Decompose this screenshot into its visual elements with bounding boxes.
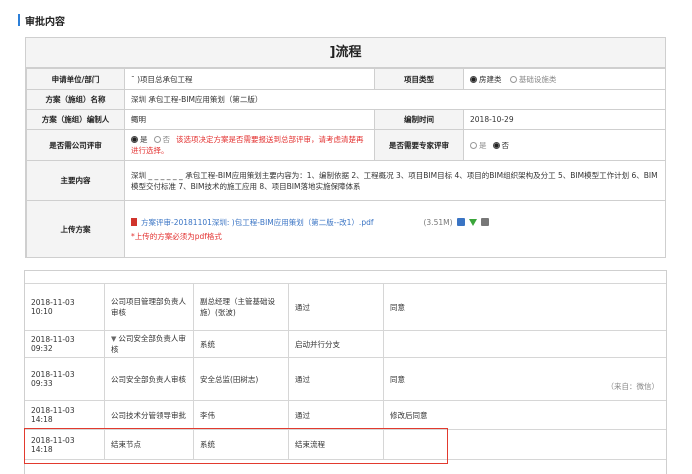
expand-triangle-icon[interactable]: ▼: [111, 335, 116, 343]
company-review-label: 是否需公司评审: [26, 129, 125, 161]
log-time: 2018-11-03 09:32: [25, 330, 105, 358]
view-book-icon[interactable]: [456, 217, 465, 226]
log-action: 通过: [288, 283, 384, 331]
log-person: 安全总监(田树志): [193, 357, 289, 401]
company-review-no-option[interactable]: 否: [153, 135, 171, 144]
author-value: 鲰明: [124, 109, 375, 130]
log-node: 公司安全部负责人审核: [111, 334, 186, 354]
upload-format-note: *上传的方案必须为pdf格式: [131, 231, 222, 241]
project-type-option-infrastructure-label: 基础设施类: [518, 74, 557, 84]
pdf-file-icon: [131, 217, 137, 226]
project-type-label: 项目类型: [374, 68, 464, 90]
main-content-value: 深圳 _ _ _ _ _ _ 承包工程-BIM应用策划主要内容为：1、编制依据 …: [124, 160, 666, 201]
date-label: 编制时间: [374, 109, 464, 130]
approval-log-table: 2018-11-03 10:10 公司项目管理部负责人审核 副总经理（主管基础设…: [25, 283, 666, 460]
log-time: 2018-11-03 09:33: [25, 357, 105, 401]
log-row: 2018-11-03 09:33 公司安全部负责人审核 安全总监(田树志) 通过…: [25, 357, 666, 401]
expert-review-yes-option[interactable]: 是: [470, 141, 487, 150]
log-comment: 修改后同意: [383, 400, 666, 430]
radio-unchecked-icon[interactable]: [153, 136, 161, 143]
log-comment: [383, 330, 666, 358]
upload-cell: 方案评审-20181101深圳: )包工程-BIM应用策划（第二版--改1）.p…: [124, 200, 666, 258]
log-row: 2018-11-03 14:18 结束节点 系统 结束流程: [25, 429, 666, 460]
company-review-options: 是否该选项决定方案是否需要报送到总部评审，请考虑清楚再进行选择。: [124, 129, 375, 161]
section-title: 审批内容: [25, 16, 65, 28]
upload-label: 上传方案: [26, 200, 125, 258]
main-content-label: 主要内容: [26, 160, 125, 201]
company-review-yes-option[interactable]: 是: [131, 135, 148, 144]
source-note: （来自：微信）: [606, 382, 660, 391]
company-review-yes-label: 是: [140, 135, 148, 144]
approval-form: ]流程 申请单位/部门 ¯ )项目总承包工程 项目类型 房建类 基础设施类 方案…: [25, 37, 666, 258]
section-header: 审批内容: [18, 12, 65, 28]
log-row: 2018-11-03 09:32 ▼ 公司安全部负责人审核 系统 启动并行分支: [25, 330, 666, 358]
log-time: 2018-11-03 14:18: [25, 400, 105, 430]
scheme-name-label: 方案（施组）名称: [26, 89, 125, 110]
company-review-no-label: 否: [162, 135, 171, 144]
radio-checked-icon[interactable]: [470, 75, 477, 83]
log-node: 公司技术分管领导审批: [104, 400, 194, 430]
log-action: 结束流程: [288, 429, 384, 460]
upload-file-link[interactable]: 方案评审-20181101深圳: )包工程-BIM应用策划（第二版--改1）.p…: [141, 218, 373, 227]
form-table: 申请单位/部门 ¯ )项目总承包工程 项目类型 房建类 基础设施类 方案（施组）…: [26, 68, 666, 258]
log-row: 2018-11-03 10:10 公司项目管理部负责人审核 副总经理（主管基础设…: [25, 283, 666, 331]
project-type-options: 房建类 基础设施类: [463, 68, 666, 90]
log-comment: 同意: [390, 374, 405, 384]
approval-log: 2018-11-03 10:10 公司项目管理部负责人审核 副总经理（主管基础设…: [24, 270, 667, 474]
log-action: 启动并行分支: [288, 330, 384, 358]
log-action: 通过: [288, 357, 384, 401]
log-comment-cell: 同意 （来自：微信）: [383, 357, 666, 401]
form-row-review: 是否需公司评审 是否该选项决定方案是否需要报送到总部评审，请考虑清楚再进行选择。…: [26, 129, 666, 161]
project-type-option-infrastructure[interactable]: 基础设施类: [509, 74, 557, 84]
project-type-option-building[interactable]: 房建类: [470, 75, 502, 84]
author-label: 方案（施组）编制人: [26, 109, 125, 130]
form-row-author: 方案（施组）编制人 鲰明 编制时间 2018-10-29: [26, 109, 666, 130]
scheme-name-value: 深圳 承包工程-BIM应用策划（第二版）: [124, 89, 666, 110]
section-accent-bar: [18, 14, 20, 26]
upload-file-size: (3.51M): [423, 217, 453, 227]
log-node: 结束节点: [104, 429, 194, 460]
log-action: 通过: [288, 400, 384, 430]
log-person: 系统: [193, 330, 289, 358]
form-row-scheme-name: 方案（施组）名称 深圳 承包工程-BIM应用策划（第二版）: [26, 89, 666, 110]
form-title: ]流程: [26, 38, 665, 68]
form-row-main-content: 主要内容 深圳 _ _ _ _ _ _ 承包工程-BIM应用策划主要内容为：1、…: [26, 160, 666, 201]
radio-unchecked-icon[interactable]: [509, 75, 517, 83]
expert-review-options: 是否: [463, 129, 666, 161]
log-comment: 同意: [383, 283, 666, 331]
expert-review-no-option[interactable]: 否: [492, 140, 510, 150]
expert-review-label: 是否需要专家评审: [374, 129, 464, 161]
log-node: 公司项目管理部负责人审核: [104, 283, 194, 331]
log-node-cell: ▼ 公司安全部负责人审核: [104, 330, 194, 358]
radio-checked-icon[interactable]: [131, 136, 138, 143]
log-person: 副总经理（主管基础设施）(张波): [193, 283, 289, 331]
log-comment: [383, 429, 666, 460]
log-person: 系统: [193, 429, 289, 460]
log-time: 2018-11-03 10:10: [25, 283, 105, 331]
date-value: 2018-10-29: [463, 109, 666, 130]
applicant-value: ¯ )项目总承包工程: [124, 68, 375, 90]
expert-review-yes-label: 是: [479, 140, 487, 150]
form-row-applicant: 申请单位/部门 ¯ )项目总承包工程 项目类型 房建类 基础设施类: [26, 68, 666, 90]
print-icon[interactable]: [480, 217, 489, 226]
log-node: 公司安全部负责人审核: [104, 357, 194, 401]
applicant-label: 申请单位/部门: [26, 68, 125, 90]
download-icon[interactable]: [468, 218, 477, 226]
expert-review-no-label: 否: [501, 140, 510, 150]
radio-checked-icon[interactable]: [492, 141, 500, 149]
log-person: 李伟: [193, 400, 289, 430]
log-time: 2018-11-03 14:18: [25, 429, 105, 460]
log-row: 2018-11-03 14:18 公司技术分管领导审批 李伟 通过 修改后同意: [25, 400, 666, 430]
project-type-option-building-label: 房建类: [479, 74, 502, 84]
form-row-upload: 上传方案 方案评审-20181101深圳: )包工程-BIM应用策划（第二版--…: [26, 200, 666, 258]
radio-unchecked-icon[interactable]: [470, 141, 477, 149]
